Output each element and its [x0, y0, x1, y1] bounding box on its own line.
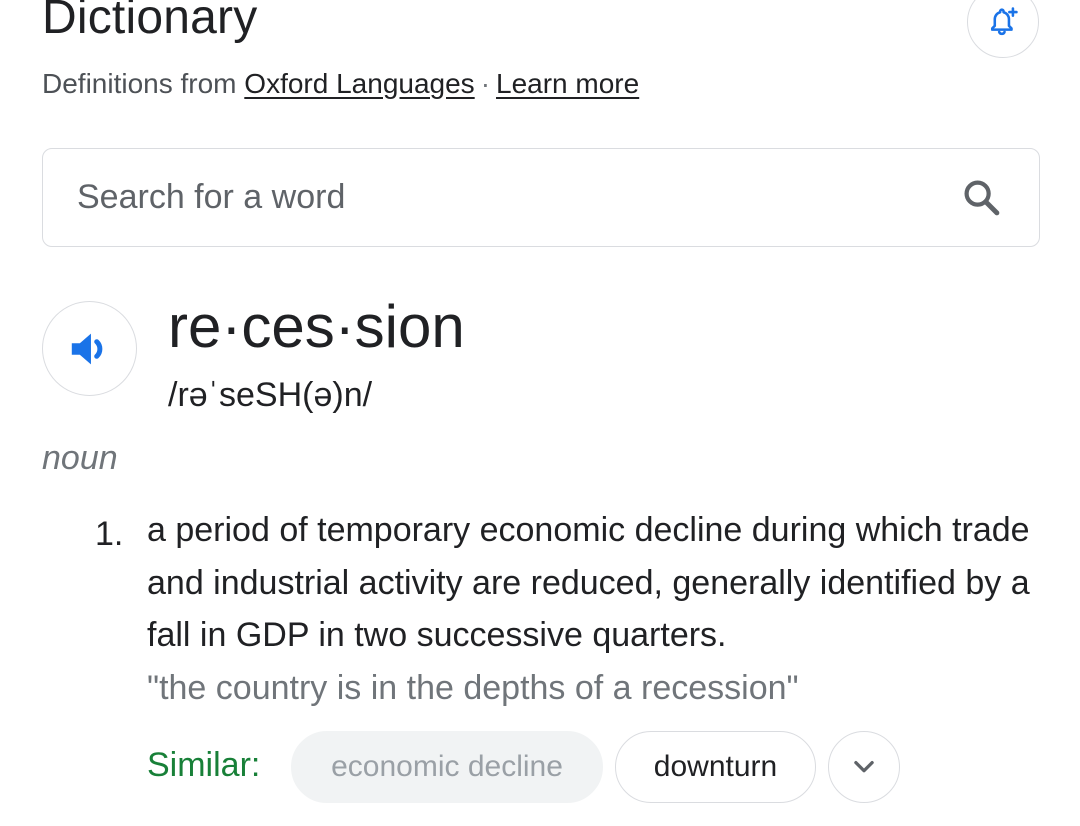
learn-more-link[interactable]: Learn more: [496, 68, 639, 99]
part-of-speech: noun: [42, 439, 118, 477]
similar-label: Similar:: [147, 746, 261, 784]
speaker-icon: [71, 333, 102, 364]
bell-plus-icon: [990, 7, 1018, 36]
sense-number: 1.: [95, 515, 124, 553]
source-prefix: Definitions from: [42, 68, 237, 99]
source-attribution: Definitions from Oxford Languages · Learn …: [42, 66, 639, 102]
add-alert-button[interactable]: [967, 0, 1039, 58]
search-box[interactable]: [42, 148, 1040, 247]
similar-chip-economic-decline: economic decline: [291, 731, 603, 803]
headword: re·ces·sion: [168, 293, 465, 360]
oxford-languages-link[interactable]: Oxford Languages: [244, 68, 474, 99]
separator-dot: ·: [480, 68, 491, 99]
definition-text: a period of temporary economic decline d…: [147, 511, 1030, 654]
search-input[interactable]: [77, 149, 937, 245]
expand-similar-button[interactable]: [828, 731, 900, 803]
chevron-down-icon: [854, 761, 874, 773]
example-sentence: "the country is in the depths of a reces…: [147, 669, 799, 707]
pronunciation: /rəˈseSH(ə)n/: [168, 376, 373, 414]
similar-chip-downturn[interactable]: downturn: [615, 731, 816, 803]
pronunciation-audio-button[interactable]: [42, 301, 137, 396]
search-icon[interactable]: [961, 177, 1003, 219]
dictionary-title: Dictionary: [42, 0, 258, 44]
